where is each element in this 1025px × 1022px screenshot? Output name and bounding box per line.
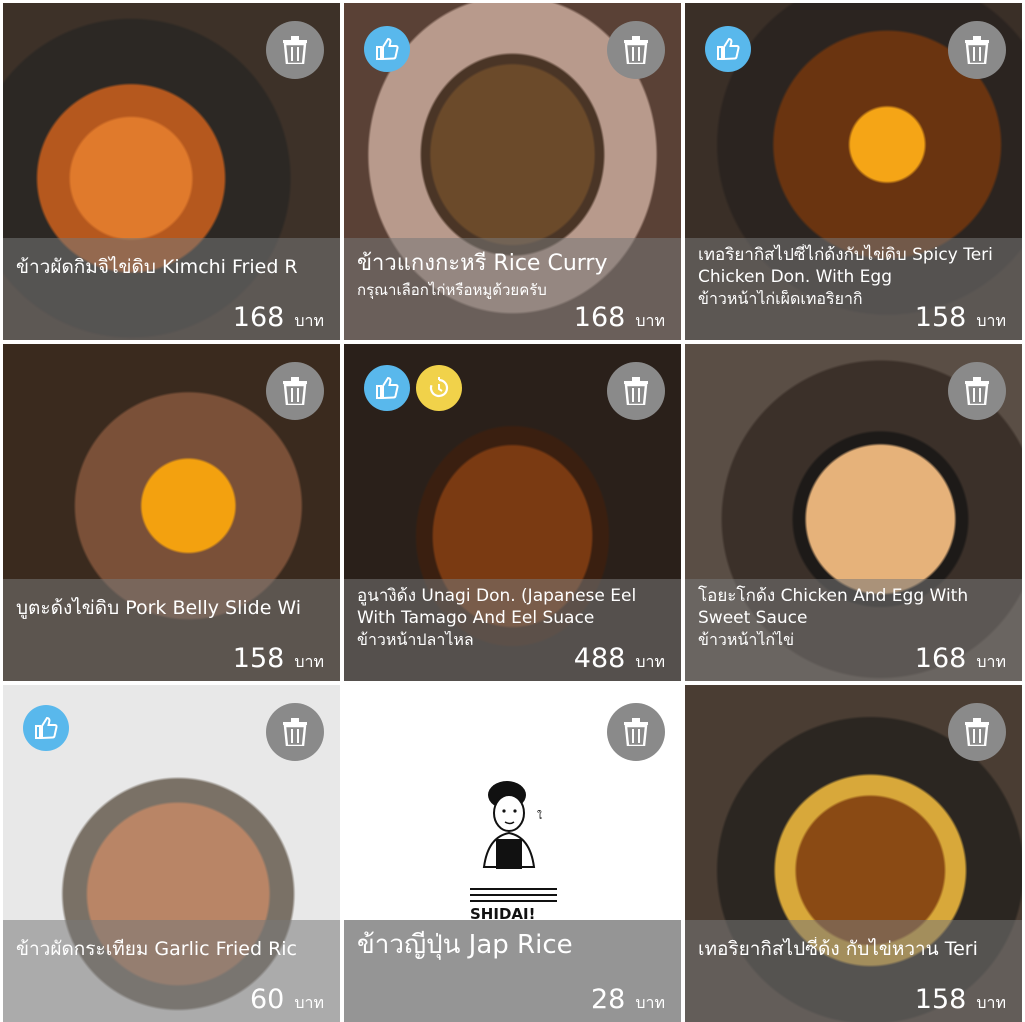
trash-icon	[965, 718, 989, 746]
menu-item-card[interactable]: ข้าวแกงกะหรี่ Rice Curry กรุณาเลือกไก่หร…	[344, 3, 681, 340]
menu-item-card[interactable]: ข้าวผัดกิมจิไข่ดิบ Kimchi Fried R 168 บาท	[3, 3, 340, 340]
delete-button[interactable]	[948, 21, 1006, 79]
menu-item-card[interactable]: ข้าวผัดกระเทียม Garlic Fried Ric 60 บาท	[3, 685, 340, 1022]
like-badge[interactable]	[23, 705, 69, 751]
svg-text:ใ: ใ	[537, 810, 542, 822]
item-info: ข้าวผัดกระเทียม Garlic Fried Ric 60 บาท	[3, 920, 340, 1022]
delete-button[interactable]	[266, 21, 324, 79]
item-price: 168 บาท	[232, 302, 324, 333]
delete-button[interactable]	[266, 703, 324, 761]
item-info: เทอริยากิสไปซี่ด้ง กับไข่หวาน Teri 158 บา…	[685, 920, 1022, 1022]
item-name: โอยะโกด้ง Chicken And Egg With Sweet Sau…	[698, 586, 969, 628]
thumbs-up-icon	[35, 716, 58, 740]
shidai-logo: ใ SHIDAI!	[470, 781, 557, 923]
delete-button[interactable]	[948, 703, 1006, 761]
item-price: 158 บาท	[232, 643, 324, 674]
timer-badge[interactable]	[416, 365, 462, 411]
trash-icon	[624, 36, 648, 64]
thumbs-up-icon	[717, 37, 740, 61]
like-badge[interactable]	[364, 26, 410, 72]
item-price: 158 บาท	[914, 302, 1006, 333]
menu-item-card[interactable]: ใ SHIDAI! ข้าวญี่ปุ่น Jap Rice 28 บาท	[344, 685, 681, 1022]
item-name: ข้าวผัดกระเทียม Garlic Fried Ric	[16, 938, 298, 960]
menu-item-card[interactable]: บูตะด้งไข่ดิบ Pork Belly Slide Wi 158 บาท	[3, 344, 340, 681]
menu-grid: ข้าวผัดกิมจิไข่ดิบ Kimchi Fried R 168 บาท…	[0, 0, 1025, 1022]
like-badge[interactable]	[364, 365, 410, 411]
trash-icon	[624, 377, 648, 405]
menu-item-card[interactable]: โอยะโกด้ง Chicken And Egg With Sweet Sau…	[685, 344, 1022, 681]
item-subtitle: ข้าวหน้าปลาไหล	[357, 631, 474, 649]
item-info: ข้าวแกงกะหรี่ Rice Curry กรุณาเลือกไก่หร…	[344, 238, 681, 340]
item-name: ข้าวผัดกิมจิไข่ดิบ Kimchi Fried R	[16, 256, 298, 278]
menu-item-card[interactable]: เทอริยากิสไปซี่ไก่ด้งกับไข่ดิบ Spicy Ter…	[685, 3, 1022, 340]
item-name: บูตะด้งไข่ดิบ Pork Belly Slide Wi	[16, 597, 302, 619]
item-price: 28 บาท	[590, 984, 665, 1015]
menu-item-card[interactable]: เทอริยากิสไปซี่ด้ง กับไข่หวาน Teri 158 บา…	[685, 685, 1022, 1022]
item-info: อูนางิด้ง Unagi Don. (Japanese Eel With …	[344, 579, 681, 681]
item-info: บูตะด้งไข่ดิบ Pork Belly Slide Wi 158 บาท	[3, 579, 340, 681]
item-info: ข้าวผัดกิมจิไข่ดิบ Kimchi Fried R 168 บาท	[3, 238, 340, 340]
delete-button[interactable]	[607, 703, 665, 761]
trash-icon	[965, 377, 989, 405]
item-name: ข้าวญี่ปุ่น Jap Rice	[357, 930, 573, 960]
item-name: ข้าวแกงกะหรี่ Rice Curry	[357, 251, 608, 276]
item-subtitle: กรุณาเลือกไก่หรือหมูด้วยครับ	[357, 281, 547, 299]
item-price: 158 บาท	[914, 984, 1006, 1015]
item-subtitle: ข้าวหน้าไก่ไข่	[698, 631, 795, 649]
item-subtitle: ข้าวหน้าไก่เผ็ดเทอริยากิ	[698, 290, 863, 308]
item-price: 60 บาท	[249, 984, 324, 1015]
thumbs-up-icon	[376, 376, 399, 400]
delete-button[interactable]	[948, 362, 1006, 420]
thumbs-up-icon	[376, 37, 399, 61]
item-price: 488 บาท	[573, 643, 665, 674]
item-name: อูนางิด้ง Unagi Don. (Japanese Eel With …	[357, 586, 637, 628]
trash-icon	[624, 718, 648, 746]
item-name: เทอริยากิสไปซี่ด้ง กับไข่หวาน Teri	[698, 938, 978, 960]
item-info: โอยะโกด้ง Chicken And Egg With Sweet Sau…	[685, 579, 1022, 681]
item-price: 168 บาท	[573, 302, 665, 333]
item-price: 168 บาท	[914, 643, 1006, 674]
trash-icon	[283, 377, 307, 405]
trash-icon	[965, 36, 989, 64]
menu-item-card[interactable]: อูนางิด้ง Unagi Don. (Japanese Eel With …	[344, 344, 681, 681]
item-info: เทอริยากิสไปซี่ไก่ด้งกับไข่ดิบ Spicy Ter…	[685, 238, 1022, 340]
delete-button[interactable]	[266, 362, 324, 420]
delete-button[interactable]	[607, 21, 665, 79]
trash-icon	[283, 36, 307, 64]
timer-icon	[429, 377, 449, 398]
delete-button[interactable]	[607, 362, 665, 420]
item-name: เทอริยากิสไปซี่ไก่ด้งกับไข่ดิบ Spicy Ter…	[698, 245, 993, 287]
item-info: ข้าวญี่ปุ่น Jap Rice 28 บาท	[344, 920, 681, 1022]
like-badge[interactable]	[705, 26, 751, 72]
trash-icon	[283, 718, 307, 746]
